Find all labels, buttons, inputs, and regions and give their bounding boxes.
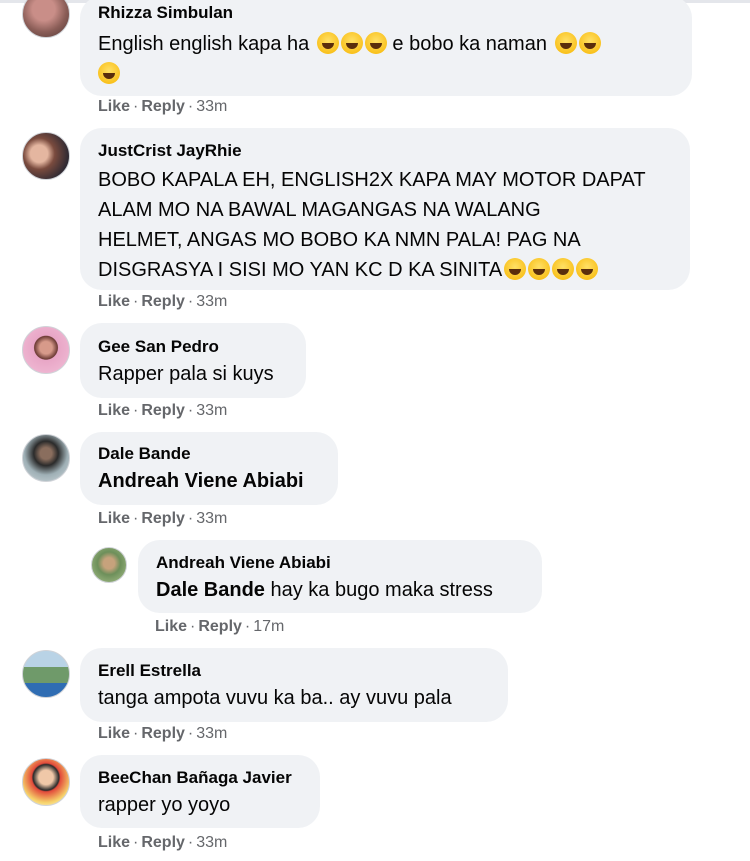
avatar[interactable] <box>22 132 70 180</box>
like-link[interactable]: Like <box>98 510 130 527</box>
like-link[interactable]: Like <box>98 834 130 851</box>
separator: · <box>133 98 139 115</box>
comment-actions: Like · Reply · 33m <box>98 834 227 852</box>
comment-time[interactable]: 33m <box>196 293 227 310</box>
comment-text: Andreah Viene Abiabi <box>98 466 320 496</box>
tagged-user[interactable]: Andreah Viene Abiabi <box>98 470 304 492</box>
comment-bubble: Andreah Viene Abiabi Dale Bande hay ka b… <box>138 540 542 613</box>
separator: · <box>187 834 194 851</box>
laughing-tears-emoji-icon <box>98 62 120 84</box>
separator: · <box>187 510 194 527</box>
like-link[interactable]: Like <box>98 402 130 419</box>
separator: · <box>133 834 139 851</box>
separator: · <box>190 618 196 635</box>
separator: · <box>187 293 194 310</box>
comment-text: Dale Bande hay ka bugo maka stress <box>156 579 493 601</box>
reply-link[interactable]: Reply <box>141 98 185 115</box>
comment-author[interactable]: JustCrist JayRhie <box>98 140 672 162</box>
comment-actions: Like · Reply · 33m <box>98 402 227 420</box>
comment-author[interactable]: BeeChan Bañaga Javier <box>98 767 302 789</box>
comment-bubble: Gee San Pedro Rapper pala si kuys <box>80 323 306 398</box>
comment-time[interactable]: 33m <box>196 510 227 527</box>
comment-actions: Like · Reply · 17m <box>155 618 284 636</box>
comment-author[interactable]: Erell Estrella <box>98 660 490 682</box>
comment-actions: Like · Reply · 33m <box>98 725 227 743</box>
comment-time[interactable]: 33m <box>196 402 227 419</box>
comment-bubble: Rhizza Simbulan English english kapa ha … <box>80 0 692 96</box>
comment-actions: Like · Reply · 33m <box>98 293 227 311</box>
comment-author[interactable]: Rhizza Simbulan <box>98 2 674 24</box>
laughing-tears-emoji-icon <box>364 32 387 54</box>
grimacing-face-emoji-icon <box>552 258 575 280</box>
avatar[interactable] <box>22 650 70 698</box>
grimacing-face-emoji-icon <box>528 258 551 280</box>
separator: · <box>187 98 194 115</box>
reply-link[interactable]: Reply <box>141 510 185 527</box>
avatar[interactable] <box>22 326 70 374</box>
comment-bubble: Dale Bande Andreah Viene Abiabi <box>80 432 338 505</box>
like-link[interactable]: Like <box>98 293 130 310</box>
comment-bubble: BeeChan Bañaga Javier rapper yo yoyo <box>80 755 320 828</box>
comment-text: tanga ampota vuvu ka ba.. ay vuvu pala <box>98 687 452 709</box>
comment-text: English english kapa ha e bobo ka naman <box>98 29 674 89</box>
separator: · <box>133 510 139 527</box>
laughing-tears-emoji-icon <box>578 32 601 54</box>
like-link[interactable]: Like <box>155 618 187 635</box>
separator: · <box>187 402 194 419</box>
comment-text: BOBO KAPALA EH, ENGLISH2X KAPA MAY MOTOR… <box>98 169 646 281</box>
avatar[interactable] <box>91 547 127 583</box>
reply-link[interactable]: Reply <box>141 293 185 310</box>
comment-time[interactable]: 17m <box>253 618 284 635</box>
comment-actions: Like · Reply · 33m <box>98 98 227 116</box>
avatar[interactable] <box>22 758 70 806</box>
laughing-tears-emoji-icon <box>554 32 577 54</box>
separator: · <box>133 725 139 742</box>
comment-text: rapper yo yoyo <box>98 794 231 816</box>
comment-author[interactable]: Dale Bande <box>98 443 320 465</box>
separator: · <box>187 725 194 742</box>
comment-actions: Like · Reply · 33m <box>98 510 227 528</box>
like-link[interactable]: Like <box>98 98 130 115</box>
comment-bubble: Erell Estrella tanga ampota vuvu ka ba..… <box>80 648 508 722</box>
avatar[interactable] <box>22 434 70 482</box>
comment-author[interactable]: Gee San Pedro <box>98 336 288 358</box>
comment-time[interactable]: 33m <box>196 98 227 115</box>
comment-time[interactable]: 33m <box>196 725 227 742</box>
comment-bubble: JustCrist JayRhie BOBO KAPALA EH, ENGLIS… <box>80 128 690 290</box>
reply-link[interactable]: Reply <box>141 834 185 851</box>
like-link[interactable]: Like <box>98 725 130 742</box>
grimacing-face-emoji-icon <box>504 258 527 280</box>
comment-time[interactable]: 33m <box>196 834 227 851</box>
separator: · <box>133 293 139 310</box>
separator: · <box>244 618 251 635</box>
comment-text: Rapper pala si kuys <box>98 363 274 385</box>
comment-author[interactable]: Andreah Viene Abiabi <box>156 552 524 574</box>
reply-link[interactable]: Reply <box>141 402 185 419</box>
grimacing-face-emoji-icon <box>576 258 599 280</box>
laughing-tears-emoji-icon <box>316 32 339 54</box>
reply-link[interactable]: Reply <box>198 618 242 635</box>
separator: · <box>133 402 139 419</box>
tagged-user[interactable]: Dale Bande <box>156 579 265 601</box>
laughing-tears-emoji-icon <box>340 32 363 54</box>
avatar[interactable] <box>22 0 70 38</box>
reply-link[interactable]: Reply <box>141 725 185 742</box>
